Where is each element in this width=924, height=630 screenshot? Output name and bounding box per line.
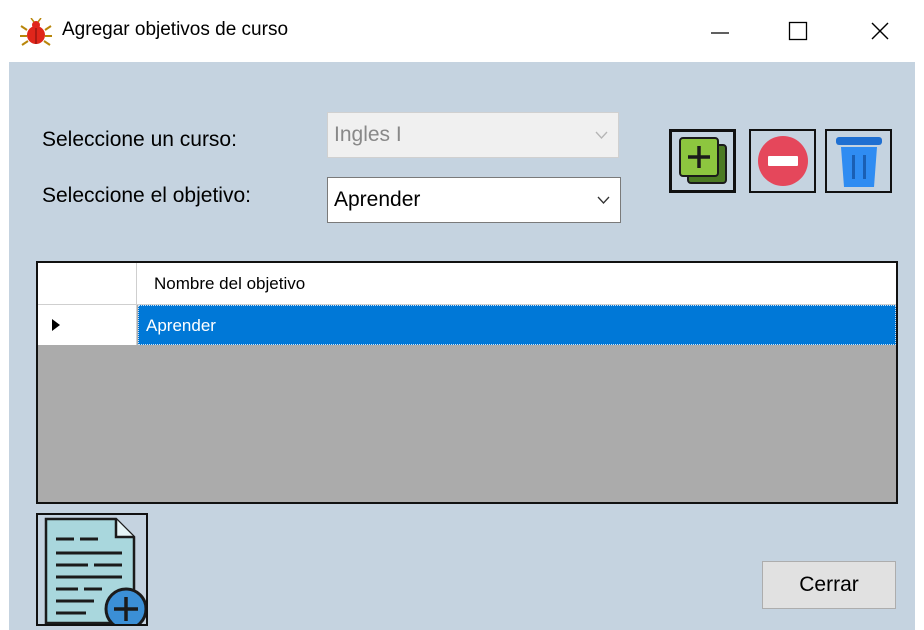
trash-icon: [835, 137, 882, 187]
title-bar: Agregar objetivos de curso: [0, 0, 924, 62]
bug-icon: [19, 17, 53, 46]
minimize-button[interactable]: [688, 0, 752, 62]
add-document-button[interactable]: [36, 513, 148, 626]
remove-circle-icon: [757, 136, 808, 186]
table-cell-text: Aprender: [146, 316, 216, 335]
curso-select-value: Ingles I: [334, 123, 402, 146]
window-title: Agregar objetivos de curso: [62, 19, 289, 40]
remove-objective-button[interactable]: [749, 129, 816, 193]
row-pointer-icon: [52, 319, 60, 331]
maximize-icon: [788, 21, 808, 41]
close-window-button[interactable]: [848, 0, 912, 62]
objetivo-select-value: Aprender: [334, 188, 421, 211]
minimize-icon: [711, 32, 729, 34]
row-header[interactable]: [38, 305, 137, 345]
curso-label: Seleccione un curso:: [42, 128, 237, 151]
objetivo-label: Seleccione el objetivo:: [42, 184, 251, 207]
add-square-icon: [678, 137, 727, 184]
column-header-nombre[interactable]: Nombre del objetivo: [154, 274, 305, 294]
cerrar-button[interactable]: Cerrar: [762, 561, 896, 609]
close-icon: [871, 22, 889, 40]
grid-corner[interactable]: [38, 263, 137, 305]
objectives-grid[interactable]: Nombre del objetivo Aprender: [36, 261, 898, 504]
table-row[interactable]: Aprender: [38, 305, 896, 345]
curso-select[interactable]: Ingles I: [327, 112, 619, 158]
form-body: Seleccione un curso: Ingles I Seleccione…: [9, 62, 915, 630]
chevron-down-icon: [597, 196, 610, 204]
table-cell[interactable]: Aprender: [138, 305, 896, 345]
objetivo-select[interactable]: Aprender: [327, 177, 621, 223]
add-objective-button[interactable]: [669, 129, 736, 193]
add-document-icon: [44, 517, 146, 624]
chevron-down-icon: [595, 131, 608, 139]
delete-objective-button[interactable]: [825, 129, 892, 193]
maximize-button[interactable]: [766, 0, 830, 62]
grid-header: Nombre del objetivo: [38, 263, 896, 305]
